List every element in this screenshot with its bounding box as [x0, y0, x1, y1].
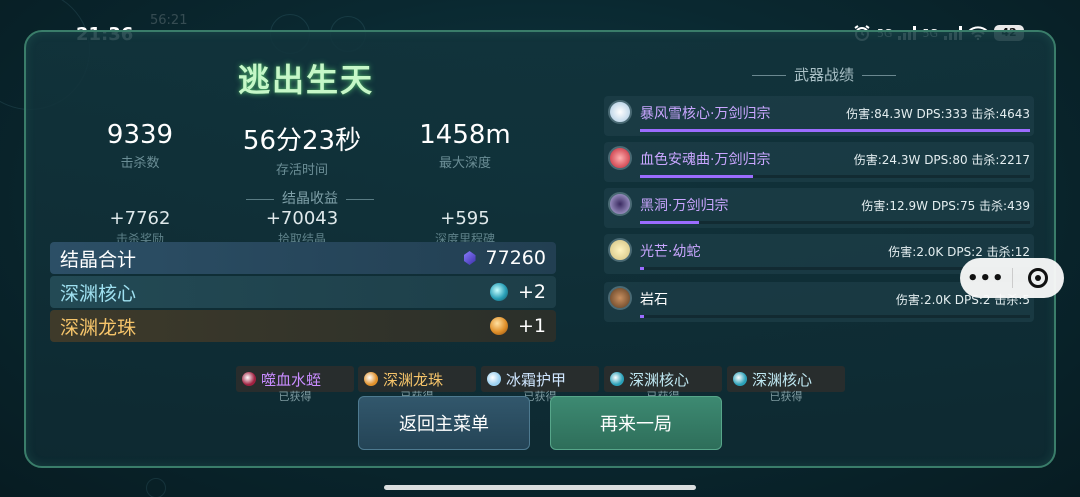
row-label: 结晶合计	[60, 248, 137, 271]
loot-status: 已获得	[278, 390, 312, 403]
blood-requiem-icon	[608, 146, 632, 170]
weapon-row: 血色安魂曲·万剑归宗 伤害:24.3W DPS:80 击杀:2217	[604, 142, 1034, 182]
target-icon	[1028, 268, 1049, 288]
play-again-button[interactable]: 再来一局	[550, 396, 722, 450]
stat-kills: 9339 击杀数	[65, 120, 215, 171]
stat-label: 存活时间	[275, 163, 328, 178]
black-hole-icon	[608, 192, 632, 216]
loot-name: 深渊核心	[629, 370, 690, 389]
loot-name: 噬血水蛭	[261, 370, 322, 389]
row-value: 77260	[485, 247, 546, 269]
weapon-damage-bar	[640, 315, 1030, 318]
weapon-name: 血色安魂曲·万剑归宗	[640, 152, 771, 168]
weapon-name: 岩石	[640, 292, 668, 308]
weapon-stats: 伤害:12.9W DPS:75 击杀:439	[861, 199, 1030, 213]
stat-survival-time: 56分23秒 存活时间	[227, 120, 377, 178]
weapon-damage-fill	[640, 267, 644, 270]
abyss-core-row: 深渊核心 +2	[50, 276, 556, 308]
rock-icon	[608, 286, 632, 310]
row-label: 深渊核心	[60, 282, 137, 305]
loot-name: 冰霜护甲	[506, 370, 567, 389]
weapon-damage-bar	[640, 129, 1030, 132]
main-menu-button[interactable]: 返回主菜单	[358, 396, 530, 450]
weapon-stats: 伤害:24.3W DPS:80 击杀:2217	[853, 153, 1030, 167]
serpent-icon	[608, 238, 632, 262]
weapons-heading: 武器战绩	[744, 64, 904, 85]
stat-value: 1458m	[419, 120, 511, 150]
abyss-core-icon	[610, 372, 624, 386]
abyss-core-icon	[733, 372, 747, 386]
blizzard-core-icon	[608, 100, 632, 124]
page-title: 逃出生天	[238, 61, 375, 99]
stat-value: 56分23秒	[242, 126, 362, 156]
abyss-pearl-icon	[489, 317, 508, 335]
abyss-core-icon	[489, 283, 508, 301]
row-value: +2	[517, 281, 546, 303]
loot-status: 已获得	[769, 390, 803, 403]
miniprogram-capsule: •••	[960, 258, 1064, 298]
crystal-total-row: 结晶合计 77260	[50, 242, 556, 274]
weapon-row: 暴风雪核心·万剑归宗 伤害:84.3W DPS:333 击杀:4643	[604, 96, 1034, 136]
home-indicator[interactable]	[384, 485, 696, 490]
weapon-name: 暴风雪核心·万剑归宗	[640, 106, 771, 122]
loot-name: 深渊龙珠	[383, 370, 444, 389]
section-title: 结晶收益	[282, 191, 338, 207]
stat-label: 击杀数	[120, 156, 160, 171]
row-value: +1	[517, 315, 546, 337]
weapon-damage-fill	[640, 129, 1030, 132]
gain-value: +7762	[109, 208, 171, 229]
abyss-pearl-icon	[364, 372, 378, 386]
loot-name: 深渊核心	[752, 370, 813, 389]
weapon-name: 黑洞·万剑归宗	[640, 198, 729, 214]
stat-value: 9339	[106, 120, 174, 150]
section-title: 武器战绩	[794, 66, 855, 84]
gain-value: +70043	[265, 208, 339, 229]
stat-label: 最大深度	[438, 156, 491, 171]
weapon-damage-fill	[640, 315, 644, 318]
weapon-stats: 伤害:84.3W DPS:333 击杀:4643	[846, 107, 1030, 121]
weapon-damage-fill	[640, 175, 754, 178]
crystal-section-heading: 结晶收益	[225, 188, 395, 208]
weapon-row: 黑洞·万剑归宗 伤害:12.9W DPS:75 击杀:439	[604, 188, 1034, 228]
weapon-damage-fill	[640, 221, 699, 224]
row-label: 深渊龙珠	[60, 316, 137, 339]
crystal-icon	[463, 251, 476, 265]
close-miniprogram-button[interactable]	[1012, 268, 1064, 288]
background-timer: 56:21	[150, 13, 188, 28]
more-icon[interactable]: •••	[960, 268, 1012, 289]
stat-max-depth: 1458m 最大深度	[390, 120, 540, 171]
weapon-name: 光芒·幼蛇	[640, 244, 701, 260]
frost-armor-icon	[487, 372, 501, 386]
weapon-damage-bar	[640, 175, 1030, 178]
background-ring	[146, 478, 166, 497]
abyss-pearl-row: 深渊龙珠 +1	[50, 310, 556, 342]
gain-value: +595	[440, 208, 490, 229]
leech-icon	[242, 372, 256, 386]
weapon-damage-bar	[640, 221, 1030, 224]
